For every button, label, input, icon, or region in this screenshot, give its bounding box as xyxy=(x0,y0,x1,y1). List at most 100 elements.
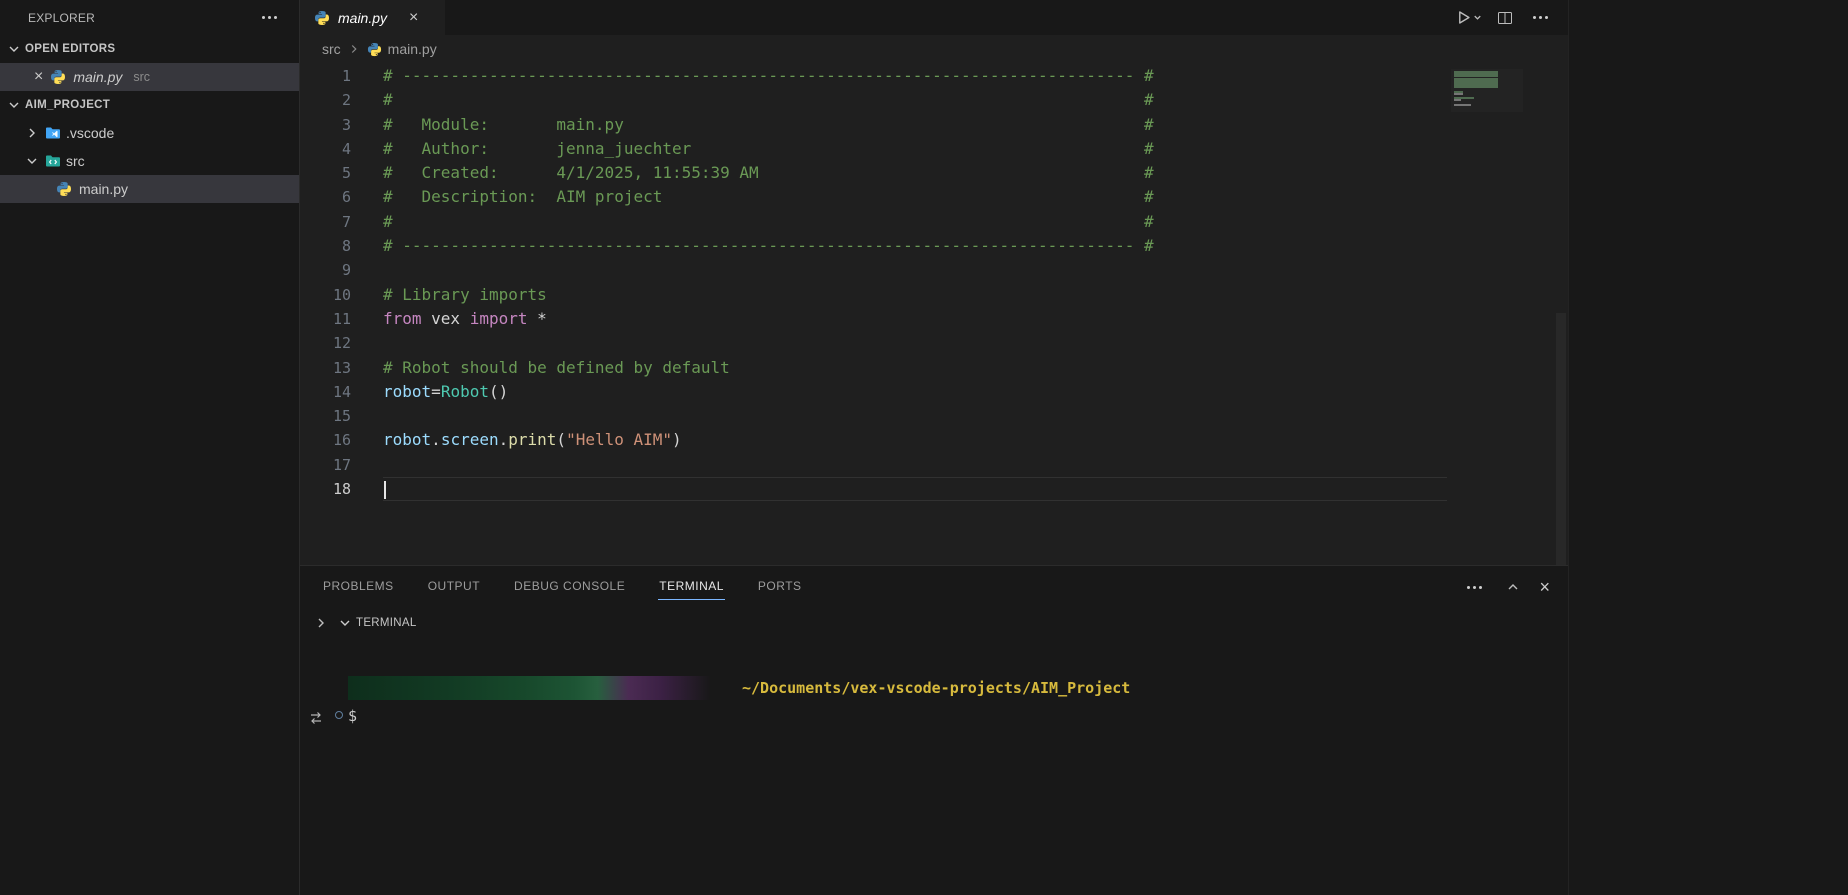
code-line[interactable]: 4# Author: jenna_juechter # xyxy=(300,137,1447,161)
code-lines: 1# -------------------------------------… xyxy=(300,63,1447,501)
minimap[interactable] xyxy=(1451,69,1523,112)
line-number: 7 xyxy=(300,210,383,234)
editor-tab-bar: main.py × xyxy=(300,0,1568,35)
editor-actions xyxy=(1455,0,1554,35)
chevron-down-icon xyxy=(24,153,40,169)
terminal-switch-icon[interactable] xyxy=(308,710,324,726)
line-number: 5 xyxy=(300,161,383,185)
terminal-cwd-path: ~/Documents/vex-vscode-projects/AIM_Proj… xyxy=(742,679,1130,697)
panel-tab-ports[interactable]: PORTS xyxy=(757,575,803,600)
tab-main-py[interactable]: main.py × xyxy=(300,0,445,35)
python-file-icon xyxy=(56,181,72,197)
chevron-right-icon xyxy=(24,125,40,141)
code-line[interactable]: 2# # xyxy=(300,88,1447,112)
project-name-label: AIM_PROJECT xyxy=(25,99,110,111)
text-cursor xyxy=(384,481,386,499)
line-number: 18 xyxy=(300,477,383,501)
command-decoration-icon[interactable] xyxy=(335,711,343,719)
python-file-icon xyxy=(314,10,330,26)
line-number: 8 xyxy=(300,234,383,258)
editor-scrollbar[interactable] xyxy=(1556,313,1566,593)
src-folder-icon xyxy=(45,153,61,169)
code-line[interactable]: 16robot.screen.print("Hello AIM") xyxy=(300,428,1447,452)
line-number: 14 xyxy=(300,380,383,404)
breadcrumb-folder[interactable]: src xyxy=(322,41,341,57)
code-line[interactable]: 9 xyxy=(300,258,1447,282)
terminal-section-label: TERMINAL xyxy=(356,617,417,629)
panel-more-actions-icon[interactable] xyxy=(1461,582,1488,593)
line-number: 11 xyxy=(300,307,383,331)
code-line[interactable]: 17 xyxy=(300,453,1447,477)
open-editor-file-detail: src xyxy=(133,70,150,84)
open-editors-label: OPEN EDITORS xyxy=(25,43,115,55)
terminal-output[interactable]: ~/Documents/vex-vscode-projects/AIM_Proj… xyxy=(300,638,1568,725)
tree-item-main-py[interactable]: main.py xyxy=(0,175,299,203)
code-line[interactable]: 8# -------------------------------------… xyxy=(300,234,1447,258)
code-line[interactable]: 3# Module: main.py # xyxy=(300,113,1447,137)
prompt-segment-bar xyxy=(348,676,738,700)
code-line[interactable]: 6# Description: AIM project # xyxy=(300,185,1447,209)
panel-tab-problems[interactable]: PROBLEMS xyxy=(322,575,395,600)
tree-item-label: main.py xyxy=(79,181,128,197)
line-number: 2 xyxy=(300,88,383,112)
terminal-prompt-symbol: $ xyxy=(348,707,357,725)
code-line[interactable]: 12 xyxy=(300,331,1447,355)
panel-close-icon[interactable]: × xyxy=(1539,580,1550,594)
terminal-input-line[interactable]: $ xyxy=(348,707,1568,725)
line-number: 4 xyxy=(300,137,383,161)
line-number: 10 xyxy=(300,283,383,307)
line-number: 6 xyxy=(300,185,383,209)
line-number: 3 xyxy=(300,113,383,137)
breadcrumb: src main.py xyxy=(300,35,1568,63)
panel-tab-bar: PROBLEMS OUTPUT DEBUG CONSOLE TERMINAL P… xyxy=(300,566,1568,608)
explorer-title: EXPLORER xyxy=(28,11,256,25)
line-number: 15 xyxy=(300,404,383,428)
editor-more-actions-icon[interactable] xyxy=(1527,12,1554,23)
panel-tab-terminal[interactable]: TERMINAL xyxy=(658,575,725,600)
vscode-window: EXPLORER OPEN EDITORS × main.py sr xyxy=(0,0,1848,895)
open-editor-file-name: main.py xyxy=(73,69,122,85)
code-line[interactable]: 11from vex import * xyxy=(300,307,1447,331)
terminal-section-toggle[interactable]: TERMINAL xyxy=(337,615,417,631)
chevron-down-icon xyxy=(6,97,22,113)
breadcrumb-file[interactable]: main.py xyxy=(388,41,437,57)
run-button[interactable] xyxy=(1455,9,1483,26)
panel-tab-output[interactable]: OUTPUT xyxy=(427,575,481,600)
code-line[interactable]: 7# # xyxy=(300,210,1447,234)
line-number: 13 xyxy=(300,356,383,380)
explorer-sidebar: EXPLORER OPEN EDITORS × main.py sr xyxy=(0,0,300,895)
code-line[interactable]: 14robot=Robot() xyxy=(300,380,1447,404)
code-line[interactable]: 1# -------------------------------------… xyxy=(300,64,1447,88)
line-number: 16 xyxy=(300,428,383,452)
split-editor-icon[interactable] xyxy=(1497,10,1513,26)
code-editor[interactable]: 1# -------------------------------------… xyxy=(300,63,1568,565)
code-line[interactable]: 10# Library imports xyxy=(300,283,1447,307)
chevron-right-icon xyxy=(347,42,361,56)
code-line[interactable]: 5# Created: 4/1/2025, 11:55:39 AM # xyxy=(300,161,1447,185)
explorer-more-actions-icon[interactable] xyxy=(256,12,283,23)
terminal-header: TERMINAL xyxy=(300,608,1568,638)
project-section-header[interactable]: AIM_PROJECT xyxy=(0,91,299,119)
secondary-sidebar xyxy=(1568,0,1848,895)
open-editors-section-header[interactable]: OPEN EDITORS xyxy=(0,35,299,63)
tab-label: main.py xyxy=(338,10,387,26)
code-line[interactable]: 18 xyxy=(300,477,1447,501)
tree-item-vscode-folder[interactable]: .vscode xyxy=(0,119,299,147)
tree-item-label: .vscode xyxy=(66,125,114,141)
code-line[interactable]: 15 xyxy=(300,404,1447,428)
panel-maximize-icon[interactable] xyxy=(1505,579,1521,595)
tab-close-icon[interactable]: × xyxy=(409,11,418,25)
bottom-panel: PROBLEMS OUTPUT DEBUG CONSOLE TERMINAL P… xyxy=(300,565,1568,895)
tree-item-src-folder[interactable]: src xyxy=(0,147,299,175)
close-icon[interactable]: × xyxy=(34,70,43,84)
line-number: 1 xyxy=(300,64,383,88)
chevron-down-icon xyxy=(337,615,353,631)
code-line[interactable]: 13# Robot should be defined by default xyxy=(300,356,1447,380)
line-number: 17 xyxy=(300,453,383,477)
chevron-right-icon[interactable] xyxy=(313,615,329,631)
run-dropdown-chevron-icon xyxy=(1472,12,1483,23)
open-editor-item-main-py[interactable]: × main.py src xyxy=(0,63,299,91)
panel-tab-debug-console[interactable]: DEBUG CONSOLE xyxy=(513,575,626,600)
line-number: 12 xyxy=(300,331,383,355)
panel-actions: × xyxy=(1461,566,1550,608)
